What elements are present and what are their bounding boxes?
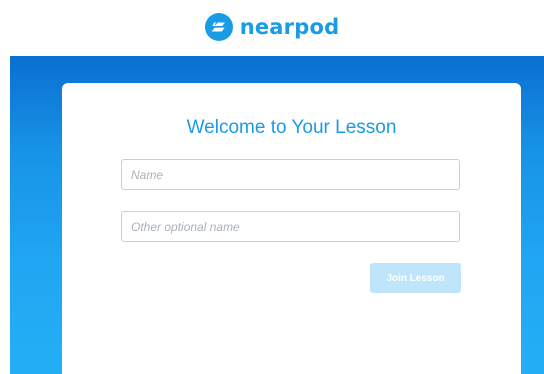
brand: nearpod: [204, 13, 340, 41]
page: nearpod Welcome to Your Lesson Join Less…: [0, 0, 544, 374]
page-title: Welcome to Your Lesson: [186, 117, 397, 138]
join-lesson-button[interactable]: Join Lesson: [370, 263, 461, 293]
top-bar: nearpod: [0, 0, 544, 56]
nearpod-logo-icon: [204, 13, 233, 41]
name-input[interactable]: [121, 159, 460, 190]
join-card: Welcome to Your Lesson Join Lesson: [62, 83, 521, 374]
brand-name: nearpod: [239, 14, 340, 39]
other-name-input[interactable]: [121, 211, 460, 242]
